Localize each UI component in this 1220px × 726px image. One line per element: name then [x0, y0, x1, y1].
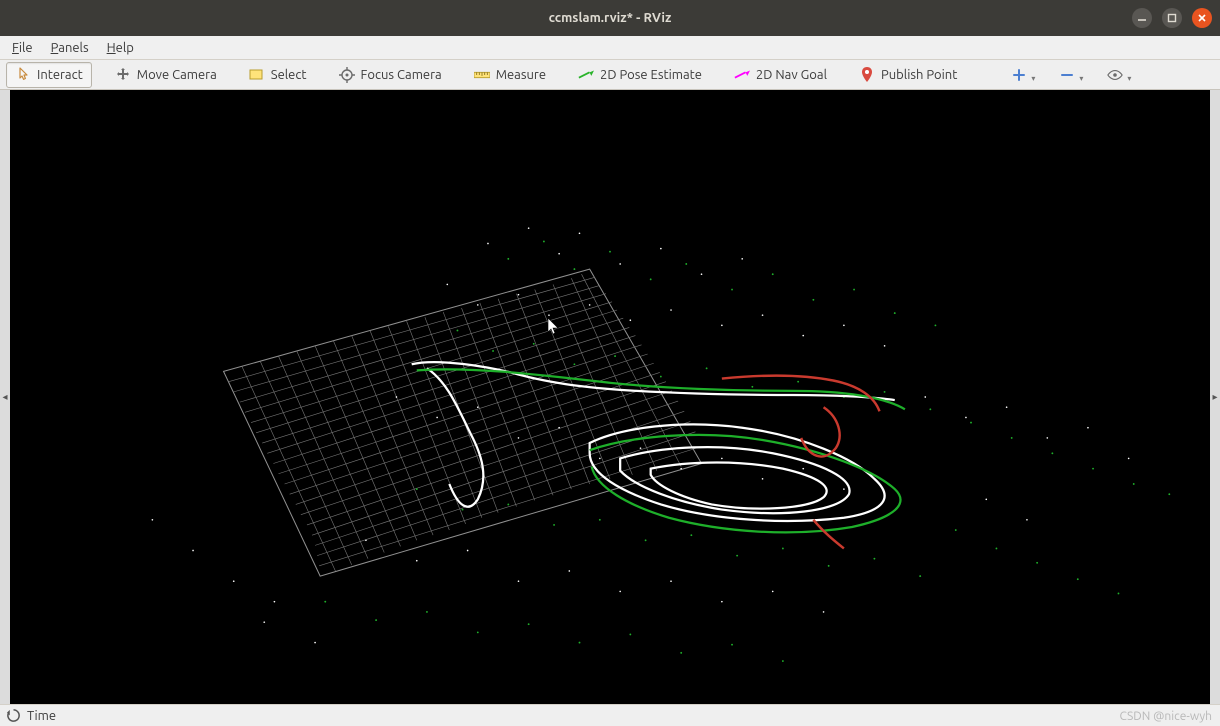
- menu-panels[interactable]: Panels: [45, 39, 95, 57]
- select-icon: [249, 67, 265, 83]
- toolbar-label: Interact: [37, 68, 83, 82]
- select-button[interactable]: Select: [240, 62, 316, 88]
- toolbar-label: Select: [271, 68, 307, 82]
- toolbar-label: Move Camera: [137, 68, 217, 82]
- publish-point-button[interactable]: Publish Point: [850, 62, 966, 88]
- viewport-container: ◂: [0, 90, 1220, 704]
- minimize-window-icon[interactable]: [1132, 8, 1152, 28]
- statusbar: Time: [0, 704, 1220, 726]
- visibility-button[interactable]: ▾: [1102, 62, 1136, 88]
- toolbar-label: Publish Point: [881, 68, 957, 82]
- measure-button[interactable]: Measure: [465, 62, 555, 88]
- menu-help-label: elp: [116, 41, 134, 55]
- toolbar-label: 2D Pose Estimate: [600, 68, 702, 82]
- publish-point-icon: [859, 67, 875, 83]
- toolbar: Interact Move Camera Select Focus Camera…: [0, 60, 1220, 90]
- minus-icon: [1059, 67, 1075, 83]
- interact-icon: [15, 67, 31, 83]
- nav-goal-button[interactable]: 2D Nav Goal: [725, 62, 836, 88]
- left-panel-handle[interactable]: ◂: [0, 90, 10, 704]
- titlebar: ccmslam.rviz* - RViz: [0, 0, 1220, 36]
- plus-icon: [1011, 67, 1027, 83]
- right-panel-handle[interactable]: ▸: [1210, 90, 1220, 704]
- grid-plane: [224, 269, 702, 576]
- remove-tool-button[interactable]: ▾: [1054, 62, 1088, 88]
- reset-time-icon[interactable]: [6, 708, 21, 723]
- toolbar-label: 2D Nav Goal: [756, 68, 827, 82]
- viewport-svg: [10, 90, 1210, 704]
- toolbar-label: Focus Camera: [361, 68, 442, 82]
- trajectory-red: [722, 376, 880, 549]
- nav-goal-icon: [734, 67, 750, 83]
- pointcloud-white: [152, 227, 1130, 643]
- viewport-3d[interactable]: [10, 90, 1210, 704]
- add-tool-button[interactable]: ▾: [1006, 62, 1040, 88]
- menubar: File Panels Help: [0, 36, 1220, 60]
- toolbar-label: Measure: [496, 68, 546, 82]
- eye-icon: [1107, 67, 1123, 83]
- focus-camera-icon: [339, 67, 355, 83]
- pose-estimate-icon: [578, 67, 594, 83]
- window-title: ccmslam.rviz* - RViz: [0, 11, 1220, 25]
- menu-help[interactable]: Help: [101, 39, 140, 57]
- measure-icon: [474, 67, 490, 83]
- close-window-icon[interactable]: [1192, 8, 1212, 28]
- chevron-down-icon: ▾: [1127, 74, 1131, 83]
- menu-panels-label: anels: [58, 41, 88, 55]
- move-camera-button[interactable]: Move Camera: [106, 62, 226, 88]
- menu-file-label: ile: [19, 41, 33, 55]
- chevron-down-icon: ▾: [1031, 74, 1035, 83]
- pointcloud-green: [324, 241, 1170, 662]
- focus-camera-button[interactable]: Focus Camera: [330, 62, 451, 88]
- interact-button[interactable]: Interact: [6, 62, 92, 88]
- move-camera-icon: [115, 67, 131, 83]
- menu-file[interactable]: File: [6, 39, 39, 57]
- maximize-window-icon[interactable]: [1162, 8, 1182, 28]
- chevron-down-icon: ▾: [1079, 74, 1083, 83]
- statusbar-label: Time: [27, 709, 56, 723]
- pose-estimate-button[interactable]: 2D Pose Estimate: [569, 62, 711, 88]
